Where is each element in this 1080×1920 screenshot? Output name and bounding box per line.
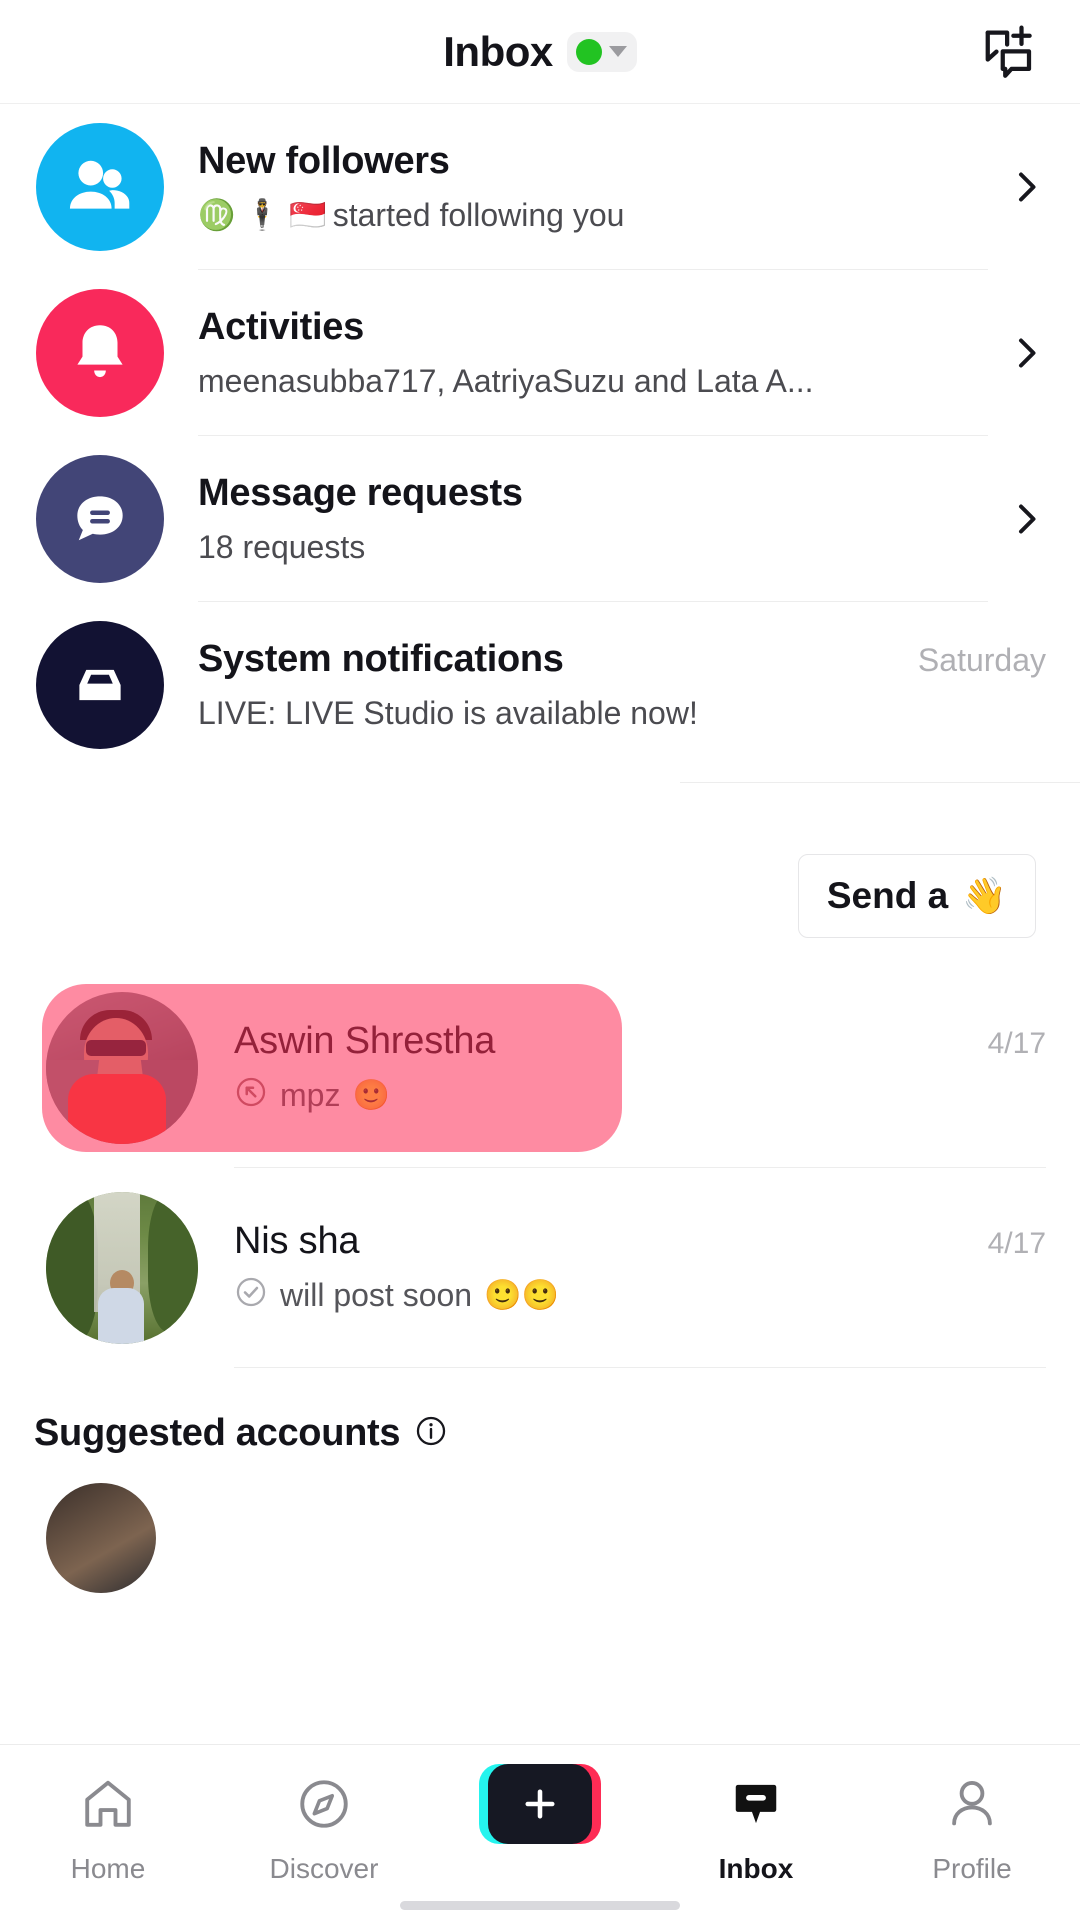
nav-item-profile[interactable]: Profile	[864, 1767, 1080, 1885]
create-core	[488, 1764, 592, 1844]
avatar[interactable]	[46, 1483, 156, 1593]
suggested-accounts-list[interactable]	[0, 1455, 1080, 1593]
notification-subtitle: meenasubba717, AatriyaSuzu and Lata A...	[198, 363, 988, 400]
nav-label: Profile	[932, 1853, 1012, 1884]
nav-item-create[interactable]	[432, 1764, 648, 1853]
notification-body: Message requests 18 requests	[198, 436, 988, 602]
notification-subtitle: 18 requests	[198, 529, 988, 566]
message-bubble-icon	[36, 455, 164, 583]
people-icon	[36, 123, 164, 251]
notification-row-activities[interactable]: Activities meenasubba717, AatriyaSuzu an…	[0, 270, 1080, 436]
page-title: Inbox	[443, 27, 553, 75]
notification-title: New followers	[198, 140, 450, 182]
chat-name: Aswin Shrestha	[234, 1019, 496, 1062]
notification-body: System notifications Saturday LIVE: LIVE…	[198, 602, 1046, 768]
nav-item-home[interactable]: Home	[0, 1767, 216, 1885]
bell-icon	[36, 289, 164, 417]
notification-row-system-notifications[interactable]: System notifications Saturday LIVE: LIVE…	[0, 602, 1080, 768]
nav-item-discover[interactable]: Discover	[216, 1767, 432, 1885]
header-bar: Inbox	[0, 0, 1080, 104]
read-check-icon	[234, 1275, 268, 1317]
chat-body: Aswin Shrestha 4/17 mpz 🙂	[234, 968, 1046, 1168]
home-icon	[79, 1767, 137, 1841]
notification-title: Activities	[198, 306, 364, 348]
send-wave-label: Send a	[826, 875, 949, 916]
person-icon	[943, 1767, 1001, 1841]
chat-body: Nis sha 4/17 will post soon 🙂🙂	[234, 1168, 1046, 1368]
send-wave-button[interactable]: Send a 👋	[797, 854, 1036, 938]
nav-label: Home	[70, 1853, 146, 1884]
chevron-right-icon[interactable]	[1006, 333, 1046, 373]
notification-subtitle-text: started following you	[332, 197, 625, 233]
chevron-right-icon[interactable]	[1006, 167, 1046, 207]
header-title-group[interactable]: Inbox	[443, 28, 637, 76]
notification-subtitle: LIVE: LIVE Studio is available now!	[198, 695, 1046, 732]
tiktok-inbox-screen: Inbox New followers ♍ 🕴️ 🇸🇬 started foll…	[0, 0, 1080, 1920]
notification-body: New followers ♍ 🕴️ 🇸🇬 started following …	[198, 104, 988, 270]
chat-name: Nis sha	[234, 1219, 360, 1262]
new-message-icon[interactable]	[972, 15, 1046, 89]
waving-hand-icon: 👋	[962, 875, 1007, 916]
compass-icon	[295, 1767, 353, 1841]
notification-row-message-requests[interactable]: Message requests 18 requests	[0, 436, 1080, 602]
row-divider	[680, 782, 1080, 783]
row-divider	[234, 1367, 1046, 1368]
notification-row-new-followers[interactable]: New followers ♍ 🕴️ 🇸🇬 started following …	[0, 104, 1080, 270]
status-selector[interactable]	[566, 31, 637, 72]
follower-emoji-group: ♍ 🕴️ 🇸🇬	[198, 198, 327, 232]
chat-preview-text: will post soon	[280, 1277, 473, 1313]
inbox-tray-icon	[36, 621, 164, 749]
bottom-navigation-bar: Home Discover Inbox Profile	[0, 1744, 1080, 1920]
notification-timestamp: Saturday	[917, 642, 1046, 678]
create-plus-icon[interactable]	[479, 1764, 601, 1844]
notification-title: System notifications	[198, 638, 564, 680]
suggested-accounts-header: Suggested accounts	[0, 1368, 1080, 1455]
online-status-dot	[575, 38, 602, 65]
avatar[interactable]	[46, 992, 198, 1144]
home-indicator	[400, 1901, 680, 1910]
notification-subtitle-text: 18 requests	[198, 529, 366, 565]
chat-preview-emoji: 🙂🙂	[484, 1279, 559, 1312]
chat-preview: mpz 🙂	[234, 1075, 1046, 1117]
send-wave-zone: Send a 👋	[0, 768, 1080, 968]
notification-title: Message requests	[198, 472, 523, 514]
nav-item-inbox[interactable]: Inbox	[648, 1767, 864, 1885]
info-circle-icon[interactable]	[414, 1414, 448, 1453]
chat-row-aswin-shrestha[interactable]: Aswin Shrestha 4/17 mpz 🙂	[0, 968, 1080, 1168]
nav-label: Discover	[269, 1853, 379, 1884]
chat-preview-emoji: 🙂	[352, 1079, 390, 1112]
inbox-bubble-icon	[729, 1767, 783, 1841]
chat-preview-text: mpz	[280, 1077, 341, 1113]
notification-subtitle-text: meenasubba717, AatriyaSuzu and Lata A...	[198, 363, 814, 399]
avatar[interactable]	[46, 1192, 198, 1344]
notification-body: Activities meenasubba717, AatriyaSuzu an…	[198, 270, 988, 436]
chevron-down-icon	[608, 46, 627, 57]
nav-label: Inbox	[718, 1853, 794, 1884]
notification-subtitle-text: LIVE: LIVE Studio is available now!	[198, 695, 698, 731]
chat-row-nis-sha[interactable]: Nis sha 4/17 will post soon 🙂🙂	[0, 1168, 1080, 1368]
chat-preview: will post soon 🙂🙂	[234, 1275, 1046, 1317]
suggested-accounts-title: Suggested accounts	[34, 1412, 401, 1454]
chevron-right-icon[interactable]	[1006, 499, 1046, 539]
notification-subtitle: ♍ 🕴️ 🇸🇬 started following you	[198, 197, 988, 234]
chat-date: 4/17	[987, 1226, 1046, 1260]
chat-date: 4/17	[987, 1026, 1046, 1060]
sent-arrow-icon	[234, 1075, 268, 1117]
